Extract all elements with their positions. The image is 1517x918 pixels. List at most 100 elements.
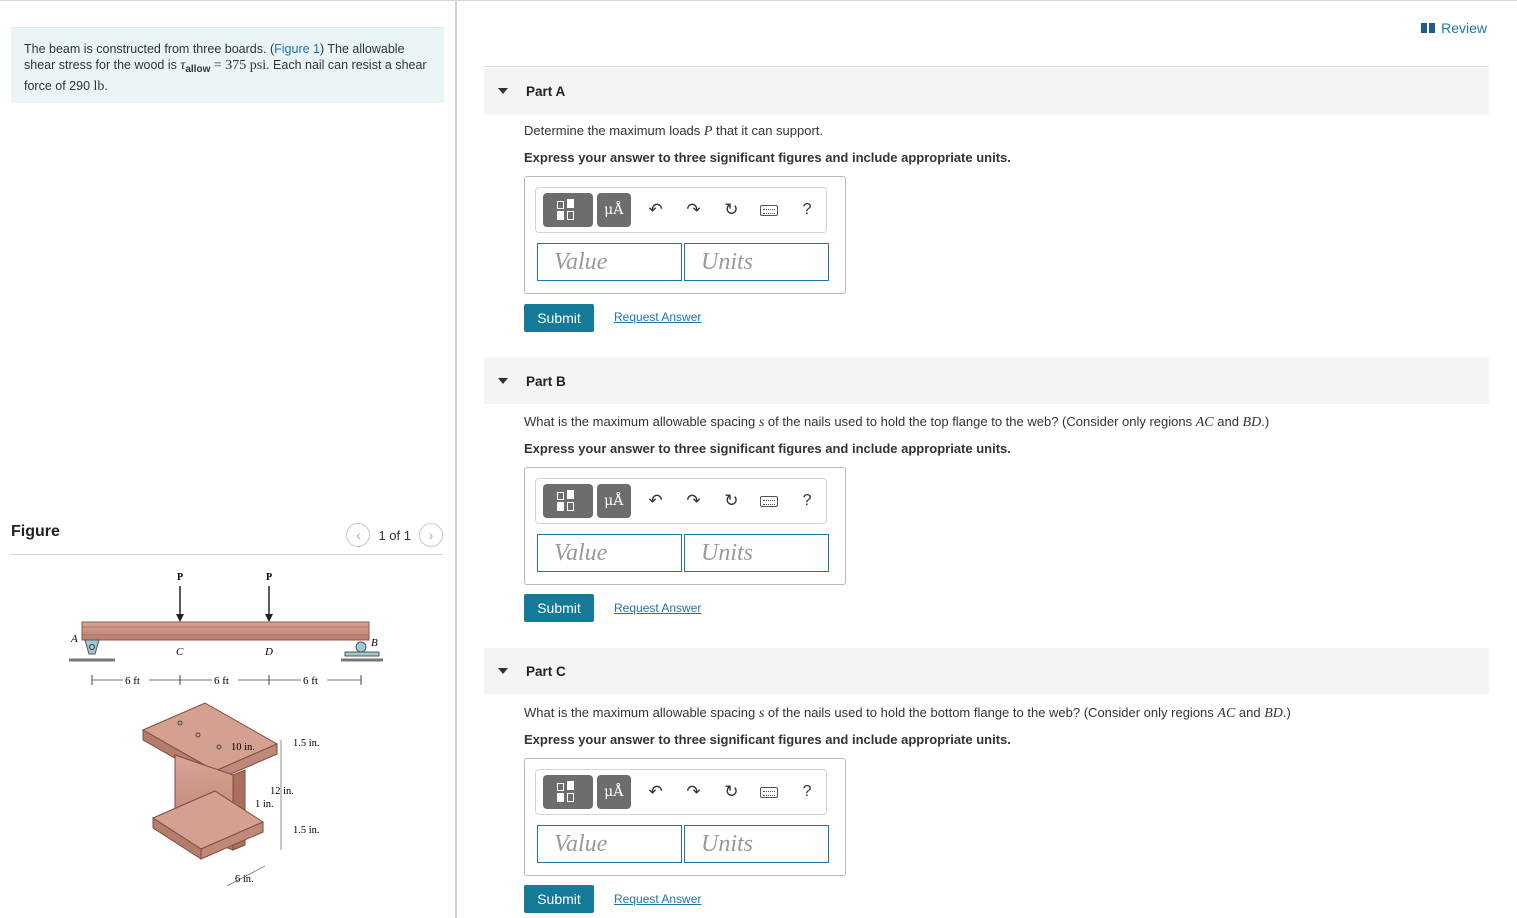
force-unit: lb: [93, 79, 105, 94]
region-label: BD: [1264, 706, 1283, 721]
dimension-label: 6 ft: [214, 675, 229, 687]
region-label: AC: [1217, 706, 1236, 721]
question-text: and: [1213, 414, 1243, 429]
value-input[interactable]: Value: [537, 243, 682, 281]
dimension-label: 10 in.: [231, 742, 255, 753]
question-text: Determine the maximum loads: [524, 123, 704, 138]
reset-icon[interactable]: ↻: [712, 200, 750, 220]
chevron-right-icon[interactable]: ›: [419, 523, 443, 547]
dimension-label: 6 in.: [235, 874, 254, 885]
units-input[interactable]: Units: [684, 825, 829, 863]
part-title: Part B: [526, 373, 566, 389]
part-b-answer-box: μÅ ↶ ↷ ↻ ? Value Units: [524, 467, 846, 585]
part-title: Part C: [526, 663, 566, 679]
figure-pager: ‹ 1 of 1 ›: [346, 523, 443, 547]
roller-support: [355, 641, 367, 653]
keyboard-icon[interactable]: [750, 491, 788, 511]
templates-icon[interactable]: [543, 775, 593, 809]
redo-icon[interactable]: ↷: [675, 200, 713, 220]
part-c-header[interactable]: Part C: [484, 648, 1489, 694]
units-input[interactable]: Units: [684, 243, 829, 281]
question-text: What is the maximum allowable spacing: [524, 414, 759, 429]
submit-button[interactable]: Submit: [524, 594, 594, 622]
point-b-label: B: [371, 637, 378, 649]
redo-icon[interactable]: ↷: [675, 491, 713, 511]
templates-icon[interactable]: [543, 193, 593, 227]
part-b-question: What is the maximum allowable spacing s …: [524, 414, 1269, 431]
beam-figure: P P A B C D 6 ft 6 ft 6 ft 10 in. 1.5 in…: [69, 572, 383, 887]
reset-icon[interactable]: ↻: [712, 491, 750, 511]
figure-title: Figure: [11, 523, 60, 540]
keyboard-icon[interactable]: [750, 782, 788, 802]
load-label-p1: P: [177, 572, 183, 583]
part-c-answer-box: μÅ ↶ ↷ ↻ ? Value Units: [524, 758, 846, 876]
undo-icon[interactable]: ↶: [637, 491, 675, 511]
question-text: of the nails used to hold the bottom fla…: [764, 705, 1218, 720]
help-button[interactable]: ?: [788, 492, 826, 510]
part-title: Part A: [526, 83, 566, 99]
value-input[interactable]: Value: [537, 825, 682, 863]
dimension-label: 6 ft: [303, 675, 318, 687]
request-answer-link[interactable]: Request Answer: [614, 601, 701, 615]
value-input[interactable]: Value: [537, 534, 682, 572]
units-button[interactable]: μÅ: [596, 484, 631, 518]
pin-support: [84, 639, 100, 655]
question-text: .): [1261, 414, 1270, 429]
figure-link[interactable]: Figure 1: [274, 42, 320, 56]
problem-statement: The beam is constructed from three board…: [11, 27, 444, 103]
dimension-label: 6 ft: [125, 675, 140, 687]
help-button[interactable]: ?: [788, 201, 826, 219]
part-a-answer-box: μÅ ↶ ↷ ↻ ? Value Units: [524, 176, 846, 294]
undo-icon[interactable]: ↶: [637, 782, 675, 802]
review-label: Review: [1441, 20, 1487, 36]
region-label: BD: [1242, 415, 1262, 430]
review-link[interactable]: Review: [1421, 20, 1487, 36]
submit-button[interactable]: Submit: [524, 885, 594, 913]
caret-down-icon: [498, 668, 508, 674]
undo-icon[interactable]: ↶: [637, 200, 675, 220]
chevron-left-icon[interactable]: ‹: [346, 523, 371, 547]
problem-text: .: [104, 79, 108, 93]
part-a-instruction: Express your answer to three significant…: [524, 150, 1011, 165]
point-a-label: A: [70, 633, 78, 645]
units-input[interactable]: Units: [684, 534, 829, 572]
dimension-label: 1.5 in.: [293, 738, 320, 749]
submit-button[interactable]: Submit: [524, 304, 594, 332]
dimension-label: 1 in.: [255, 799, 274, 810]
templates-icon[interactable]: [543, 484, 593, 518]
question-text: that it can support.: [712, 123, 824, 138]
redo-icon[interactable]: ↷: [675, 782, 713, 802]
math-toolbar: μÅ ↶ ↷ ↻ ?: [535, 478, 827, 524]
point-d-label: D: [264, 646, 273, 658]
part-a-question: Determine the maximum loads P that it ca…: [524, 123, 823, 140]
math-toolbar: μÅ ↶ ↷ ↻ ?: [535, 769, 827, 815]
load-label-p2: P: [266, 572, 272, 583]
dimension-label: 12 in.: [270, 786, 294, 797]
review-divider: [484, 66, 1489, 67]
tau-value: = 375 psi: [210, 58, 267, 73]
part-c-instruction: Express your answer to three significant…: [524, 732, 1011, 747]
units-button[interactable]: μÅ: [596, 775, 631, 809]
cross-section: [141, 702, 279, 860]
part-a-header[interactable]: Part A: [484, 68, 1489, 114]
request-answer-link[interactable]: Request Answer: [614, 310, 701, 324]
figure-header: Figure ‹ 1 of 1 ›: [11, 521, 443, 555]
request-answer-link[interactable]: Request Answer: [614, 892, 701, 906]
question-text: .): [1282, 705, 1291, 720]
units-button[interactable]: μÅ: [596, 193, 631, 227]
region-label: AC: [1195, 415, 1214, 430]
reset-icon[interactable]: ↻: [712, 782, 750, 802]
question-text: What is the maximum allowable spacing: [524, 705, 759, 720]
part-c-question: What is the maximum allowable spacing s …: [524, 705, 1291, 722]
part-b-header[interactable]: Part B: [484, 358, 1489, 404]
question-text: and: [1235, 705, 1265, 720]
caret-down-icon: [498, 88, 508, 94]
point-c-label: C: [176, 646, 184, 658]
caret-down-icon: [498, 378, 508, 384]
question-text: of the nails used to hold the top flange…: [764, 414, 1196, 429]
pager-text: 1 of 1: [378, 527, 411, 543]
dimension-label: 1.5 in.: [293, 825, 320, 836]
keyboard-icon[interactable]: [750, 200, 788, 220]
book-icon: [1421, 23, 1436, 33]
help-button[interactable]: ?: [788, 783, 826, 801]
